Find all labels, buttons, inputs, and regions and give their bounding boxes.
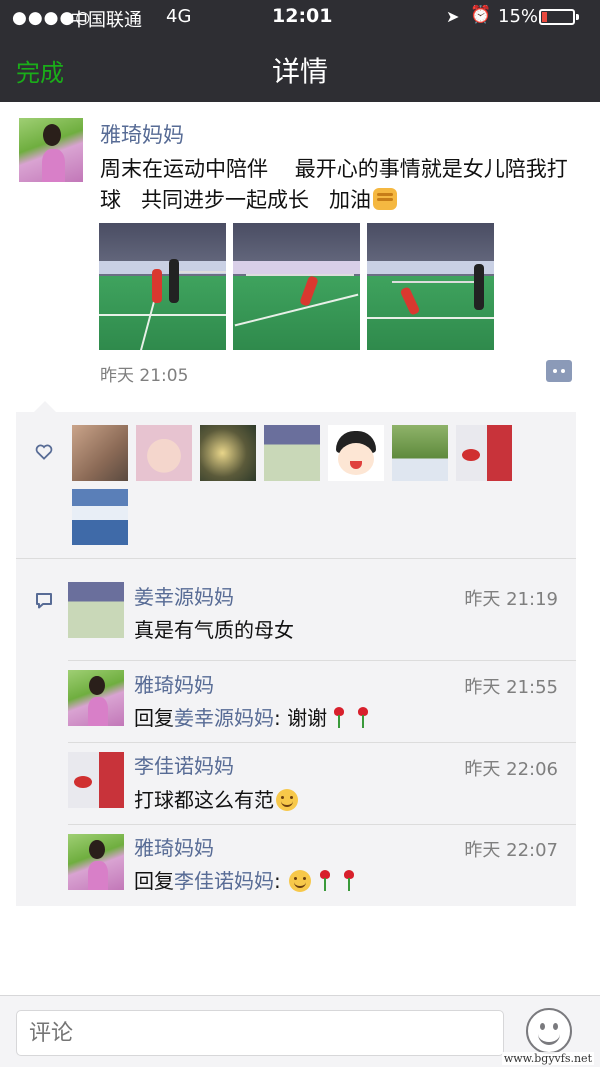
battery-nub (576, 14, 579, 20)
location-arrow-icon: ➤ (446, 7, 460, 26)
like-avatar-2[interactable] (136, 425, 192, 481)
comment-avatar[interactable] (68, 670, 124, 726)
comment-author[interactable]: 雅琦妈妈 (134, 832, 214, 861)
comment-time: 昨天 22:07 (464, 840, 558, 861)
battery-percent: 15% (498, 6, 539, 27)
comment-icon (36, 593, 52, 609)
badminton-net (245, 273, 354, 276)
comment-author[interactable]: 李佳诺妈妈 (134, 750, 234, 779)
post-author-avatar[interactable] (19, 118, 83, 182)
comment-text: 真是有气质的母女 (134, 618, 294, 642)
heart-icon (35, 444, 53, 460)
likes-comments-panel (16, 412, 576, 906)
comment-avatar[interactable] (68, 834, 124, 890)
comment-author[interactable]: 姜幸源妈妈 (134, 581, 234, 610)
panel-divider (16, 558, 576, 559)
alarm-clock-icon: ⏰ (470, 5, 492, 25)
battery-level (542, 12, 547, 22)
carrier-label: 中国联通 (70, 10, 142, 31)
cartoon-face (338, 443, 374, 475)
court-line (367, 316, 494, 319)
clock: 12:01 (272, 5, 333, 27)
comment-body: 打球都这么有范 (134, 788, 274, 812)
page-title: 详情 (271, 55, 328, 88)
logo-mark (462, 449, 480, 461)
player-figure (152, 268, 163, 303)
like-avatar-1[interactable] (72, 425, 128, 481)
like-avatar-7[interactable] (456, 425, 512, 481)
player-figure (168, 258, 179, 303)
court-line (99, 314, 226, 317)
rose-emoji-icon (318, 870, 332, 892)
like-avatar-5[interactable] (328, 425, 384, 481)
network-type: 4G (166, 6, 192, 27)
comment-time: 昨天 21:19 (464, 589, 558, 610)
reply-body: : 谢谢 (274, 706, 328, 730)
reply-target[interactable]: 李佳诺妈妈 (174, 869, 274, 893)
comment-divider (68, 660, 576, 661)
comment-text: 回复姜幸源妈妈: 谢谢 (134, 702, 375, 731)
rose-emoji-icon (342, 870, 356, 892)
logo-mark (74, 776, 92, 788)
post-timestamp: 昨天 21:05 (100, 366, 189, 386)
fist-emoji-icon (373, 188, 398, 210)
player-figure (473, 263, 484, 310)
comment-time: 昨天 22:06 (464, 759, 558, 780)
post-photo-2[interactable] (233, 223, 360, 350)
comment-avatar[interactable] (68, 752, 124, 808)
photo-court (99, 276, 226, 350)
more-actions-button[interactable] (546, 360, 572, 382)
post-text: 周末在运动中陪伴 最开心的事情就是女儿陪我打球 共同进步一起成长 加油 (100, 154, 580, 216)
like-avatar-6[interactable] (392, 425, 448, 481)
watermark: www.bgyvfs.net (501, 1052, 594, 1065)
more-dot (553, 369, 557, 373)
rose-emoji-icon (332, 707, 346, 729)
battery-icon (539, 9, 579, 25)
like-avatar-4[interactable] (264, 425, 320, 481)
reply-prefix: 回复 (134, 869, 174, 893)
like-avatar-3[interactable] (200, 425, 256, 481)
reply-prefix: 回复 (134, 706, 174, 730)
comment-text: 回复李佳诺妈妈: (134, 865, 361, 894)
photo-banner (233, 261, 360, 274)
comment-input[interactable] (16, 1010, 504, 1056)
comment-avatar[interactable] (68, 582, 124, 638)
top-bar: ●●●●○ 中国联通 4G 12:01 ➤ ⏰ 15% 完成 详情 (0, 0, 600, 102)
comment-divider (68, 824, 576, 825)
post-photo-3[interactable] (367, 223, 494, 350)
emoji-button[interactable] (526, 1008, 572, 1054)
comment-time: 昨天 21:55 (464, 677, 558, 698)
reply-target[interactable]: 姜幸源妈妈 (174, 706, 274, 730)
status-bar: ●●●●○ 中国联通 4G 12:01 ➤ ⏰ 15% (0, 0, 600, 34)
smile-emoji-icon (289, 870, 312, 892)
reply-body: : (274, 869, 288, 893)
post-author-name[interactable]: 雅琦妈妈 (100, 119, 184, 149)
smile-emoji-icon (276, 789, 298, 811)
panel-pointer (34, 401, 56, 412)
post-text-body: 周末在运动中陪伴 最开心的事情就是女儿陪我打球 共同进步一起成长 加油 (100, 157, 568, 212)
comment-divider (68, 742, 576, 743)
like-avatar-8[interactable] (72, 489, 128, 545)
more-dot (561, 369, 565, 373)
badminton-net (392, 281, 482, 284)
rose-emoji-icon (356, 707, 370, 729)
photo-court (233, 276, 360, 350)
post-photo-1[interactable] (99, 223, 226, 350)
comment-text: 打球都这么有范 (134, 784, 300, 813)
comment-author[interactable]: 雅琦妈妈 (134, 669, 214, 698)
